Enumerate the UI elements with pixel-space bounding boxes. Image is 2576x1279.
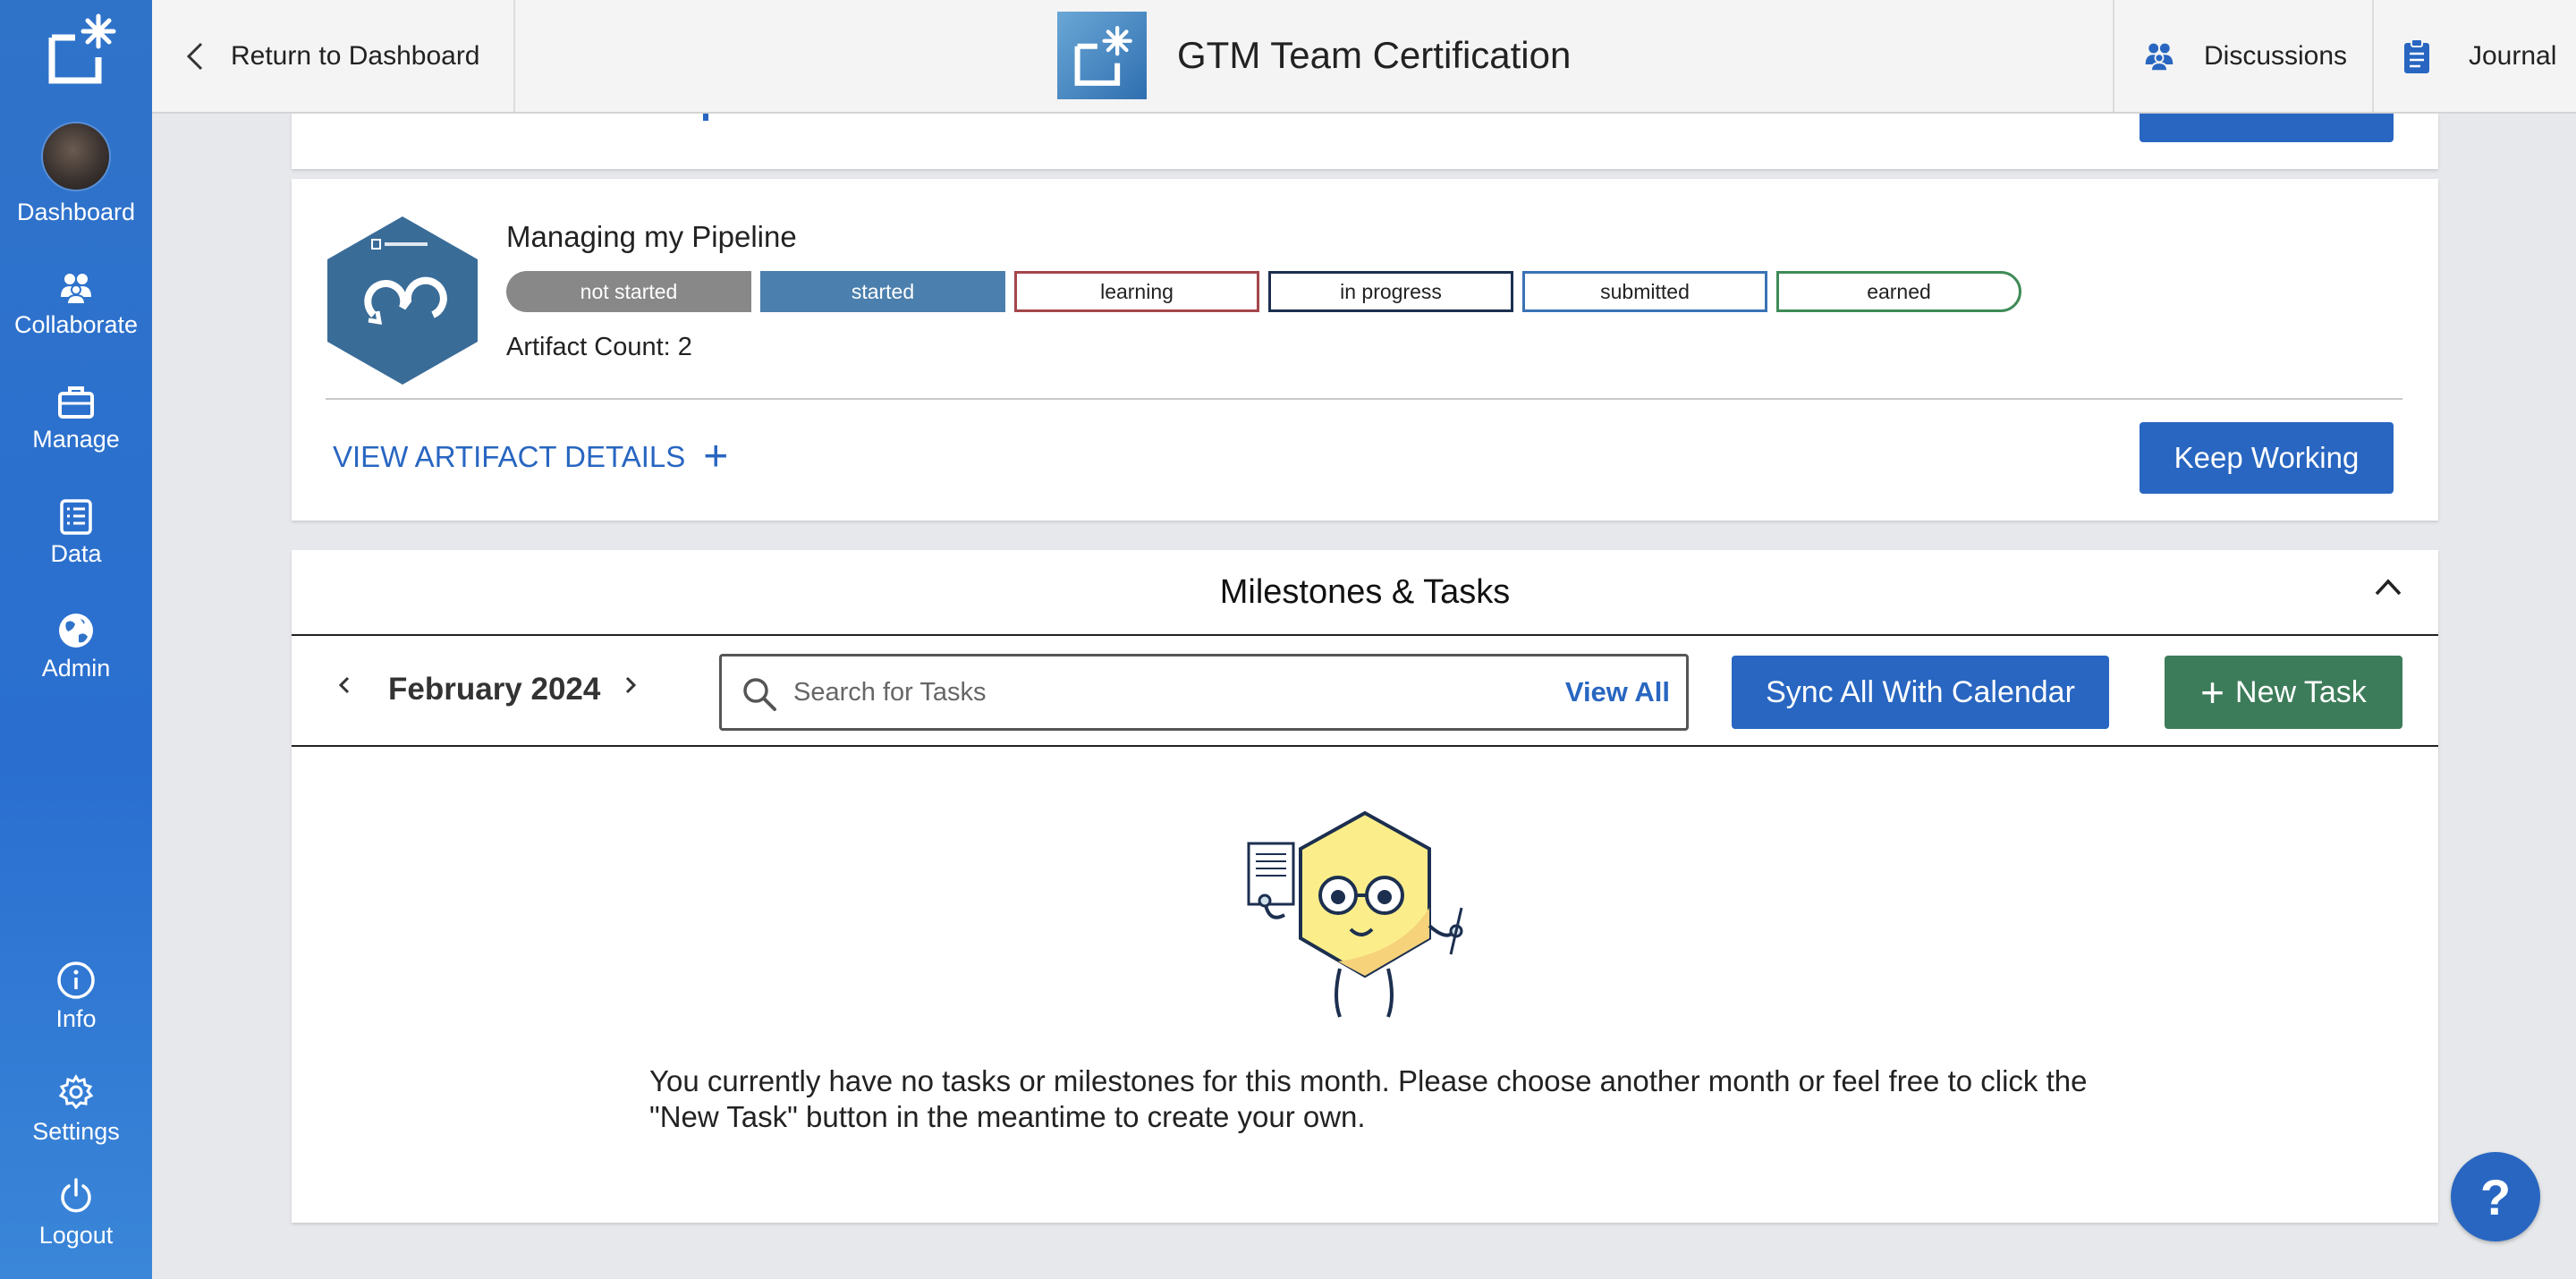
artifact-count: Artifact Count: 2 xyxy=(506,333,692,361)
app-logo[interactable] xyxy=(43,11,118,86)
power-icon xyxy=(61,1178,91,1213)
sidebar-item-label: Logout xyxy=(38,1222,114,1249)
return-to-dashboard-button[interactable]: Return to Dashboard xyxy=(152,0,515,112)
view-details-label: VIEW ARTIFACT DETAILS xyxy=(333,440,686,473)
people-icon xyxy=(2145,43,2174,72)
journal-label: Journal xyxy=(2469,40,2557,71)
sync-calendar-button[interactable]: Sync All With Calendar xyxy=(1732,656,2109,729)
artifact-card: Managing my Pipeline not started started… xyxy=(292,179,2438,521)
sidebar-item-label: Data xyxy=(50,540,102,567)
sidebar-item-label: Collaborate xyxy=(13,311,139,338)
sidebar: Dashboard Collaborate Manage Data Admin … xyxy=(0,0,152,1279)
clipboard-list-icon xyxy=(60,499,92,535)
top-bar: Return to Dashboard GTM Team Certificati… xyxy=(152,0,2576,114)
previous-artifact-card xyxy=(292,114,2438,169)
program-brand: GTM Team Certification xyxy=(1057,12,1571,99)
sidebar-item-settings[interactable]: Settings xyxy=(0,1073,152,1146)
globe-icon xyxy=(59,614,93,648)
sidebar-item-data[interactable]: Data xyxy=(0,497,152,568)
chevron-up-icon[interactable] xyxy=(2374,577,2402,597)
view-all-link[interactable]: View All xyxy=(1565,676,1670,708)
gear-icon xyxy=(58,1074,94,1110)
partial-link[interactable] xyxy=(703,114,708,121)
sidebar-item-info[interactable]: Info xyxy=(0,961,152,1033)
sidebar-item-logout[interactable]: Logout xyxy=(0,1177,152,1249)
sidebar-item-manage[interactable]: Manage xyxy=(0,385,152,453)
sidebar-item-label: Info xyxy=(55,1005,97,1032)
sidebar-item-label: Admin xyxy=(41,655,111,682)
status-started[interactable]: started xyxy=(760,271,1005,312)
empty-state-illustration xyxy=(1247,810,1463,1018)
milestones-tasks-panel: Milestones & Tasks February 2024 View Al… xyxy=(292,550,2438,1223)
page-title: GTM Team Certification xyxy=(1177,34,1572,76)
search-input[interactable] xyxy=(793,671,1527,714)
sidebar-item-collaborate[interactable]: Collaborate xyxy=(0,270,152,339)
divider xyxy=(326,398,2402,400)
discussions-button[interactable]: Discussions xyxy=(2113,0,2374,112)
sidebar-item-label: Manage xyxy=(32,426,120,453)
previous-month-button[interactable] xyxy=(338,675,351,695)
empty-state-message: You currently have no tasks or milestone… xyxy=(649,1064,2088,1133)
sidebar-item-admin[interactable]: Admin xyxy=(0,612,152,682)
view-artifact-details-link[interactable]: VIEW ARTIFACT DETAILS + xyxy=(333,433,729,480)
discussions-label: Discussions xyxy=(2204,40,2348,71)
back-label: Return to Dashboard xyxy=(231,40,480,71)
artifact-title: Managing my Pipeline xyxy=(506,220,797,253)
program-logo xyxy=(1057,12,1147,99)
sidebar-item-label: Dashboard xyxy=(16,199,136,225)
chevron-left-icon xyxy=(186,42,203,70)
status-submitted[interactable]: submitted xyxy=(1522,271,1767,312)
info-icon xyxy=(57,961,95,999)
sidebar-item-dashboard[interactable]: Dashboard xyxy=(0,122,152,226)
status-not-started[interactable]: not started xyxy=(506,271,751,312)
clipboard-icon xyxy=(2404,38,2429,73)
milestones-header: Milestones & Tasks xyxy=(292,550,2438,636)
status-learning[interactable]: learning xyxy=(1014,271,1259,312)
journal-button[interactable]: Journal xyxy=(2402,0,2576,112)
briefcase-icon xyxy=(58,386,94,419)
next-month-button[interactable] xyxy=(624,675,637,695)
avatar xyxy=(41,122,111,191)
new-task-button[interactable]: + New Task xyxy=(2165,656,2402,729)
help-button[interactable]: ? xyxy=(2451,1152,2540,1241)
search-icon xyxy=(743,678,776,711)
milestones-title: Milestones & Tasks xyxy=(1219,572,1511,611)
plus-icon: + xyxy=(2200,669,2225,716)
current-month: February 2024 xyxy=(388,672,601,707)
new-task-label: New Task xyxy=(2235,674,2367,709)
keep-working-button[interactable]: Keep Working xyxy=(2140,422,2394,494)
sidebar-item-label: Settings xyxy=(32,1118,120,1145)
milestones-toolbar: February 2024 View All Sync All With Cal… xyxy=(292,636,2438,747)
status-earned[interactable]: earned xyxy=(1776,271,2021,312)
pipeline-badge xyxy=(327,216,478,385)
keep-working-button-partial[interactable] xyxy=(2140,114,2394,142)
people-icon xyxy=(61,274,91,305)
plus-icon: + xyxy=(703,433,729,480)
task-search: View All xyxy=(719,654,1689,731)
status-in-progress[interactable]: in progress xyxy=(1268,271,1513,312)
